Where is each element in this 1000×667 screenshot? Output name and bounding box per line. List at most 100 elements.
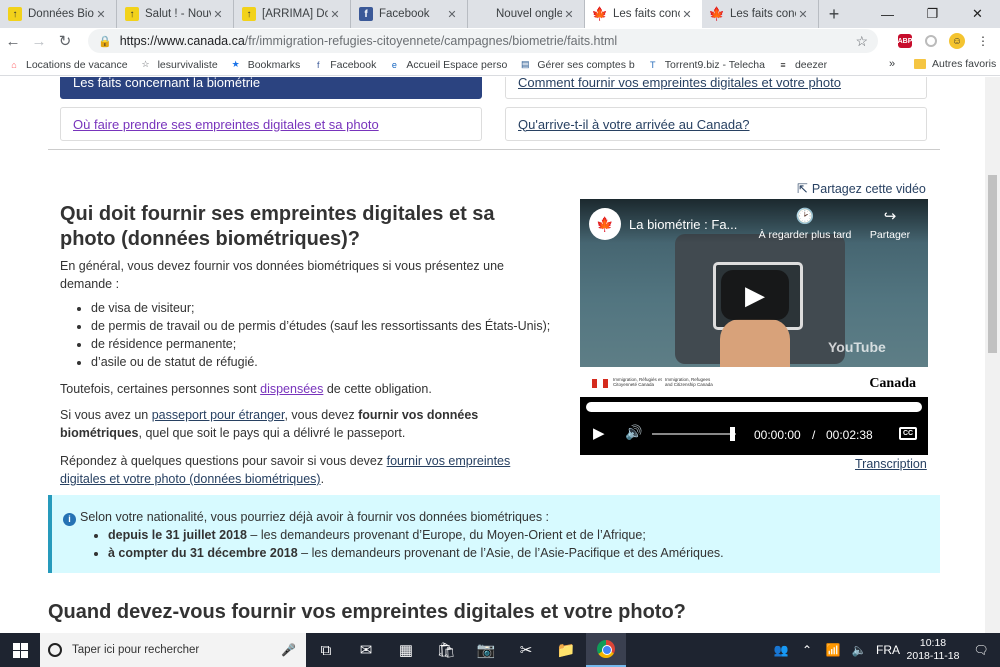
page-scrollbar[interactable] [985,77,1000,633]
intro-text: En général, vous devez fournir vos donné… [60,259,505,291]
start-button[interactable] [0,633,40,667]
adblock-extension[interactable]: ABP [892,28,918,54]
video-share-button[interactable]: ↪ Partager [865,207,915,241]
network-icon[interactable]: 📶 [820,643,846,657]
forward-icon[interactable]: → [26,28,52,54]
channel-logo[interactable]: 🍁 [589,208,621,240]
alert-item-date: à compter du 31 décembre 2018 [108,546,298,560]
bookmarks-bar: ⌂ Locations de vacance ☆ lesurvivaliste ★ Boo… [0,54,1000,76]
language-indicator[interactable]: FRA [872,643,904,657]
other-bookmarks[interactable]: Autres favoris [914,58,996,70]
torrent-icon: T [650,59,656,70]
volume-slider[interactable] [652,427,736,441]
browser-tab[interactable]: ↑ Salut ! - Nouvea✕ [117,0,234,28]
bookmark-item[interactable]: T Torrent9.biz - Telecha [647,59,765,71]
file-explorer-icon[interactable]: 📁 [546,633,586,667]
play-icon[interactable]: ▶ [593,424,605,442]
task-view-icon[interactable]: ⧉ [306,633,346,667]
speaker-icon[interactable]: 🔈 [846,643,872,657]
menu-icon[interactable]: ⋮ [970,28,996,54]
reload-icon[interactable]: ↻ [52,28,78,54]
toc-item-arrival: Qu'arrive-t-il à votre arrivée au Canada… [505,107,927,141]
chrome-taskbar-icon[interactable] [586,633,626,667]
video-banner: Immigration, Réfugiés et Citoyenneté Can… [580,367,928,397]
profile-avatar[interactable]: ☺ [944,28,970,54]
closed-captions-button[interactable]: CC [899,427,917,440]
address-bar[interactable]: 🔒 https://www.canada.ca/fr/immigration-r… [88,29,878,53]
transcript-link[interactable]: Transcription [855,457,927,471]
bookmark-item[interactable]: ★ Bookmarks [230,59,301,71]
tab-close-icon[interactable]: ✕ [94,8,108,21]
browser-tab[interactable]: 🍁 Les faits concer✕ [585,0,702,28]
bookmarks-overflow[interactable]: » [889,58,895,70]
share-icon: ⇱ [797,181,808,196]
browser-tab[interactable]: ↑ Données Biomé✕ [0,0,117,28]
bookmark-item[interactable]: e Accueil Espace perso [388,58,508,71]
share-video-label: Partagez cette vidéo [811,182,926,196]
tab-label: Nouvel onglet [496,8,562,20]
bookmark-item[interactable]: ▤ Gérer ses comptes b [519,59,635,71]
exempt-link[interactable]: dispensées [260,382,323,396]
star-outline-icon: ☆ [141,59,150,69]
browser-tab[interactable]: 🍁 Les faits concer✕ [702,0,819,28]
taskbar-search[interactable]: Taper ici pour rechercher 🎤 [40,633,306,667]
tab-label: Salut ! - Nouvea [145,8,211,20]
clock-icon: 🕑 [795,208,815,225]
video-title[interactable]: La biométrie : Fa... [629,217,737,232]
browser-tab[interactable]: Nouvel onglet ✕ [468,0,585,28]
passport-link[interactable]: passeport pour étranger [152,408,285,422]
hand-illustration [720,319,790,367]
facebook-icon: f [316,59,320,70]
people-icon[interactable]: 👥 [768,643,794,657]
tab-close-icon[interactable]: ✕ [562,8,576,21]
dept-name-en: Immigration, Refugees and Citizenship Ca… [665,377,713,387]
url-host: https://www.canada.ca [119,34,245,48]
bookmark-star-icon[interactable]: ☆ [855,33,868,50]
camera-icon[interactable]: 📷 [466,633,506,667]
volume-icon[interactable]: 🔊 [625,424,642,441]
calculator-icon[interactable]: ▦ [386,633,426,667]
tray-arrow-icon[interactable]: ⌃ [794,643,820,657]
tab-label: Les faits concer [613,8,680,20]
mail-icon[interactable]: ✉ [346,633,386,667]
new-tab-button[interactable]: + [819,0,849,28]
tab-close-icon[interactable]: ✕ [211,8,225,21]
tab-close-icon[interactable]: ✕ [796,8,810,21]
toc-link-where[interactable]: Où faire prendre ses empreintes digitale… [73,117,379,132]
bookmark-item[interactable]: ☆ lesurvivaliste [140,59,218,71]
tab-close-icon[interactable]: ✕ [680,8,694,21]
microphone-icon[interactable]: 🎤 [281,643,296,657]
share-video-link[interactable]: ⇱ Partagez cette vidéo [797,181,926,197]
snip-tool-icon[interactable]: ✂ [506,633,546,667]
taskbar-clock[interactable]: 10:18 2018-11-18 [904,637,962,663]
store-icon[interactable]: 🛍 [426,633,466,667]
notifications-icon[interactable]: 🗨 [962,643,1000,657]
back-icon[interactable]: ← [0,28,26,54]
close-window-icon[interactable]: ✕ [955,0,1000,28]
toc-link-arrival[interactable]: Qu'arrive-t-il à votre arrivée au Canada… [518,117,750,132]
extension-circle[interactable] [918,28,944,54]
restore-icon[interactable]: ❐ [910,0,955,28]
scrollbar-thumb[interactable] [988,175,997,353]
bookmark-label: lesurvivaliste [157,58,218,71]
video-player[interactable]: 🍁 La biométrie : Fa... 🕑 À regarder plus … [580,199,928,455]
minimize-icon[interactable]: — [865,0,910,28]
big-play-button[interactable]: ▶ [721,270,789,320]
youtube-watermark[interactable]: YouTube [828,339,886,355]
volume-knob[interactable] [729,427,735,441]
tab-close-icon[interactable]: ✕ [445,8,459,21]
info-alert: i Selon votre nationalité, vous pourriez … [48,495,940,573]
bookmark-item[interactable]: f Facebook [312,59,376,71]
toc-link-how[interactable]: Comment fournir vos empreintes digitales… [518,77,841,90]
bookmark-label: Bookmarks [247,58,301,71]
current-time: 00:00:00 [754,428,801,442]
browser-tab[interactable]: f Facebook ✕ [351,0,468,28]
browser-tab[interactable]: ↑ [ARRIMA] Dom✕ [234,0,351,28]
bookmark-label: Accueil Espace perso [406,58,508,71]
canada-flag-icon [592,379,608,388]
bookmark-item[interactable]: ⌂ Locations de vacance [8,59,127,71]
watch-later-button[interactable]: 🕑 À regarder plus tard [750,207,860,241]
video-progress-bar[interactable] [586,402,922,412]
tab-close-icon[interactable]: ✕ [328,8,342,21]
bookmark-item[interactable]: ≡ deezer [777,59,827,71]
